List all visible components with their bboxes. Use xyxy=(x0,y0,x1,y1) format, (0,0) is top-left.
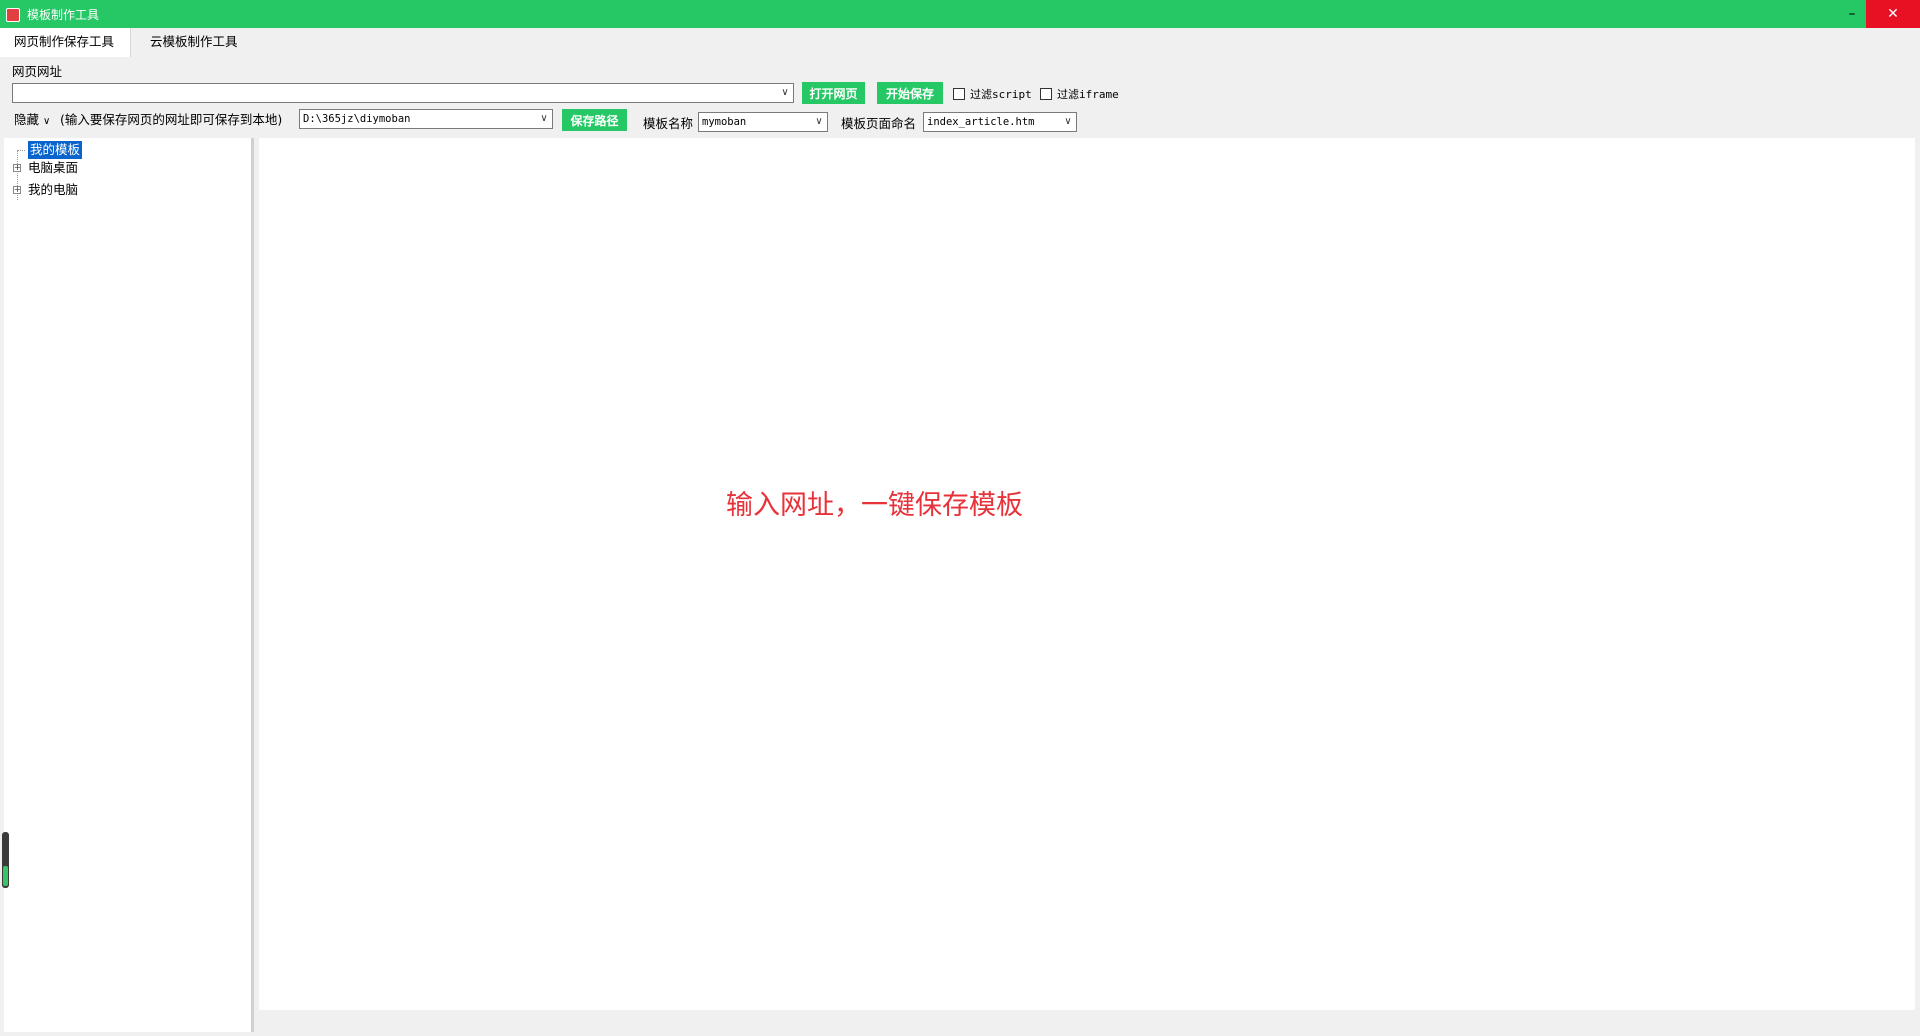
window-title: 模板制作工具 xyxy=(27,8,100,22)
chevron-down-icon[interactable]: ∨ xyxy=(811,113,827,131)
template-name-value: mymoban xyxy=(702,116,747,128)
tab-bar: 网页制作保存工具 云模板制作工具 xyxy=(0,28,1920,57)
chevron-down-icon[interactable]: ∨ xyxy=(1060,113,1076,131)
tab-web-save-tool[interactable]: 网页制作保存工具 xyxy=(0,28,131,57)
url-label: 网页网址 xyxy=(12,64,63,79)
chevron-down-icon[interactable]: ∨ xyxy=(777,84,793,102)
save-hint-text: (输入要保存网页的网址即可保存到本地) xyxy=(60,112,283,127)
filter-iframe-checkbox[interactable] xyxy=(1040,88,1052,100)
chevron-down-icon[interactable]: ∨ xyxy=(536,110,552,128)
folder-tree[interactable]: 我的模板 + 电脑桌面 + 我的电脑 xyxy=(4,138,254,1032)
content-hint: 输入网址，一键保存模板 xyxy=(726,490,1023,521)
hide-toggle[interactable]: 隐藏 ∨ xyxy=(14,109,50,128)
tree-connector xyxy=(17,150,25,151)
close-button[interactable]: ✕ xyxy=(1866,0,1920,28)
plus-box-icon[interactable]: + xyxy=(13,164,21,172)
side-scroll-handle[interactable] xyxy=(2,832,9,888)
page-name-combo[interactable]: index_article.htm ∨ xyxy=(923,112,1077,132)
save-path-button[interactable]: 保存路径 xyxy=(562,109,627,131)
filter-iframe-label: 过滤iframe xyxy=(1057,88,1119,101)
start-save-button[interactable]: 开始保存 xyxy=(877,82,943,104)
url-input[interactable]: ∨ xyxy=(12,83,794,103)
horizontal-scrollbar[interactable] xyxy=(259,1010,1915,1032)
save-path-combo[interactable]: D:\365jz\diymoban ∨ xyxy=(299,109,553,129)
minimize-button[interactable]: – xyxy=(1834,0,1870,28)
filter-script-label: 过滤script xyxy=(970,88,1032,101)
browser-content-area[interactable] xyxy=(259,138,1915,1010)
filter-script-checkbox[interactable] xyxy=(953,88,965,100)
title-bar: 模板制作工具 – ✕ xyxy=(0,0,1920,28)
plus-box-icon[interactable]: + xyxy=(13,186,21,194)
page-name-label: 模板页面命名 xyxy=(841,116,917,131)
hide-label: 隐藏 xyxy=(14,112,40,127)
template-name-combo[interactable]: mymoban ∨ xyxy=(698,112,828,132)
page-name-value: index_article.htm xyxy=(927,116,1035,128)
tree-item-my-computer[interactable]: 我的电脑 xyxy=(28,181,78,199)
side-scroll-fill xyxy=(3,866,8,886)
template-name-label: 模板名称 xyxy=(643,116,694,131)
open-page-button[interactable]: 打开网页 xyxy=(802,82,865,104)
tree-item-my-templates[interactable]: 我的模板 xyxy=(28,141,83,159)
tree-item-desktop[interactable]: 电脑桌面 xyxy=(28,159,78,177)
tab-cloud-template-tool[interactable]: 云模板制作工具 xyxy=(136,28,252,57)
chevron-down-icon: ∨ xyxy=(43,116,51,127)
app-icon xyxy=(6,8,20,22)
save-path-value: D:\365jz\diymoban xyxy=(303,113,411,125)
